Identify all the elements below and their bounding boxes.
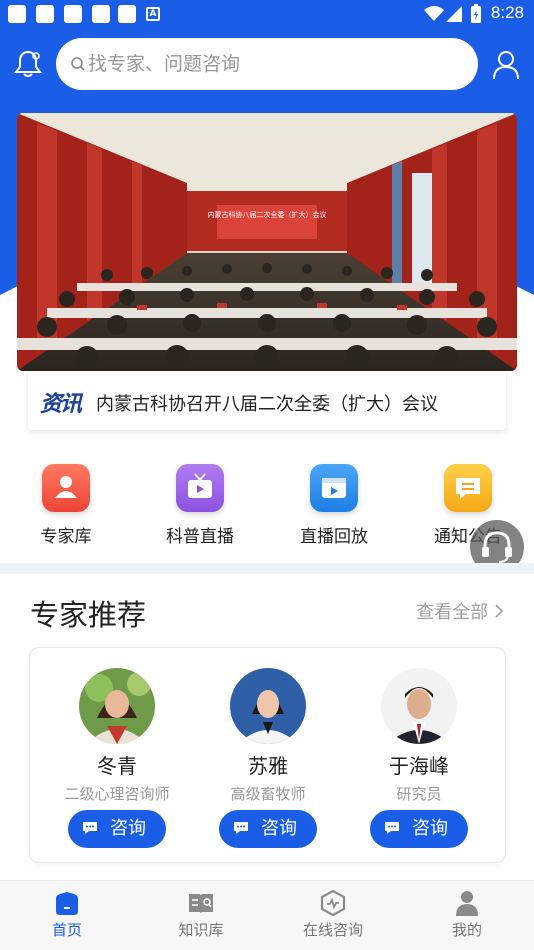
- battery-icon: [471, 4, 481, 23]
- news-ticker[interactable]: 资讯 内蒙古科协召开八届二次全委（扩大）会议: [28, 372, 506, 430]
- expert-item[interactable]: 苏雅 高级畜牧师 咨询: [193, 668, 343, 848]
- chevron-right-icon: [495, 604, 504, 618]
- expert-carousel: 冬青 二级心理咨询师 咨询 苏雅 高级畜牧师 咨询 于海峰 研究员 咨询: [29, 647, 506, 863]
- home-icon: [56, 892, 78, 915]
- avatar: [381, 668, 457, 744]
- consult-button[interactable]: 咨询: [68, 810, 166, 848]
- menu-item-label: 科普直播: [166, 527, 234, 547]
- tab-home[interactable]: 首页: [0, 889, 134, 940]
- section-title: 专家推荐: [30, 598, 147, 632]
- expert-title: 高级畜牧师: [230, 785, 306, 803]
- search-input[interactable]: [88, 48, 458, 80]
- notification-icon: [36, 5, 54, 23]
- expert-item[interactable]: 冬青 二级心理咨询师 咨询: [42, 668, 192, 848]
- quick-menu: 专家库 科普直播 直播回放 通知公告: [0, 452, 534, 562]
- consult-button[interactable]: 咨询: [219, 810, 317, 848]
- tab-label: 首页: [51, 921, 82, 939]
- tab-label: 我的: [451, 921, 482, 939]
- tab-label: 在线咨询: [302, 921, 363, 939]
- consult-label: 咨询: [412, 818, 448, 839]
- menu-item-replay[interactable]: 直播回放: [279, 452, 389, 547]
- expert-name: 冬青: [97, 754, 137, 778]
- profile-icon: [456, 891, 478, 916]
- tab-knowledge[interactable]: 知识库: [134, 889, 268, 940]
- section-divider: [0, 563, 534, 574]
- notification-icon: [8, 5, 26, 23]
- notification-icon: [118, 5, 136, 23]
- clock: 8:28: [490, 3, 524, 22]
- tab-label: 知识库: [178, 921, 224, 939]
- a-badge-icon: A: [146, 7, 160, 21]
- menu-item-expert-library[interactable]: 专家库: [11, 452, 121, 547]
- notification-icon: [92, 5, 110, 23]
- tab-bar: 首页 知识库 在线咨询 我的: [0, 880, 534, 950]
- banner-carousel[interactable]: 内蒙古科协八届二次全委（扩大）会议: [17, 113, 517, 371]
- expert-item[interactable]: 于海峰 研究员 咨询: [344, 668, 494, 848]
- avatar: [79, 668, 155, 744]
- chat-icon: [234, 822, 248, 834]
- tab-profile[interactable]: 我的: [400, 889, 534, 940]
- notification-icon: [64, 5, 82, 23]
- signal-icon: [446, 6, 462, 22]
- tab-consult[interactable]: 在线咨询: [266, 889, 400, 940]
- consult-icon: [320, 889, 346, 917]
- expert-name: 苏雅: [248, 754, 288, 778]
- chat-icon: [83, 822, 97, 834]
- wifi-icon: [424, 6, 444, 21]
- expert-title: 二级心理咨询师: [64, 785, 170, 803]
- news-title[interactable]: 内蒙古科协召开八届二次全委（扩大）会议: [96, 390, 438, 416]
- consult-button[interactable]: 咨询: [370, 810, 468, 848]
- stage-screen-text: 内蒙古科协八届二次全委（扩大）会议: [208, 210, 327, 219]
- consult-label: 咨询: [261, 818, 297, 839]
- menu-item-label: 专家库: [40, 527, 92, 547]
- chat-icon: [385, 822, 399, 834]
- search-bar[interactable]: [56, 38, 478, 90]
- knowledge-icon: [189, 894, 213, 914]
- tv-live-icon: [176, 464, 224, 512]
- video-replay-icon: [310, 464, 358, 512]
- bell-icon[interactable]: [12, 48, 44, 80]
- menu-item-label: 直播回放: [300, 527, 368, 547]
- user-icon[interactable]: [492, 50, 520, 80]
- conference-photo: 内蒙古科协八届二次全委（扩大）会议: [17, 113, 517, 371]
- status-bar: A 8:28: [0, 0, 534, 28]
- message-notice-icon: [444, 464, 492, 512]
- expert-library-icon: [42, 464, 90, 512]
- menu-item-live[interactable]: 科普直播: [145, 452, 255, 547]
- consult-label: 咨询: [110, 818, 146, 839]
- expert-title: 研究员: [396, 785, 442, 803]
- expert-name: 于海峰: [389, 754, 449, 778]
- search-icon: [71, 57, 85, 71]
- avatar: [230, 668, 306, 744]
- view-all-label: 查看全部: [416, 602, 489, 623]
- header: [0, 28, 534, 102]
- news-tag: 资讯: [40, 392, 82, 417]
- view-all-link[interactable]: 查看全部: [416, 598, 504, 624]
